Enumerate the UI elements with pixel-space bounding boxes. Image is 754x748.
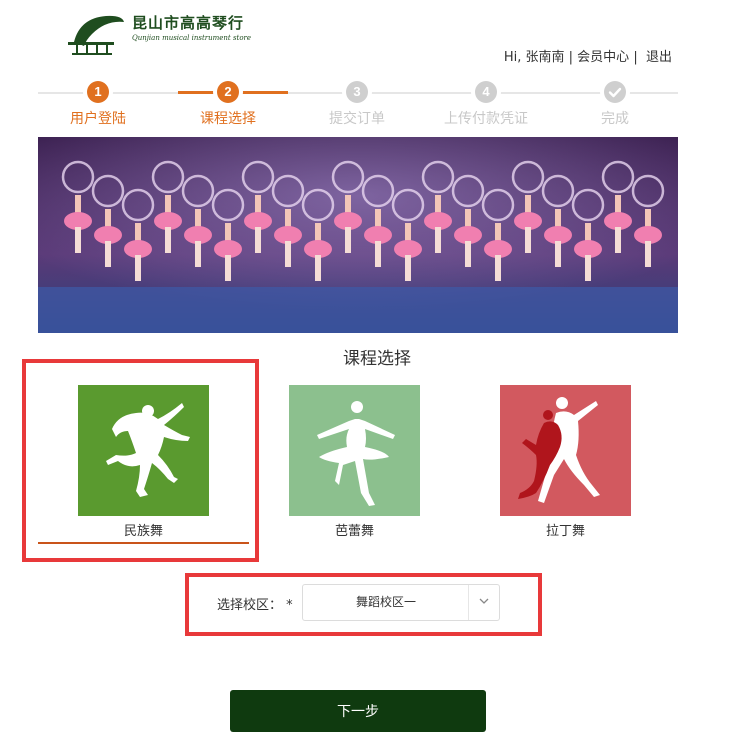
logout-link[interactable]: 退出 [646, 50, 672, 65]
logo-subtitle: Qunjian musical instrument store [132, 34, 252, 42]
check-icon [604, 81, 626, 103]
step-number: 2 [217, 81, 239, 103]
course-option-latin-dance[interactable]: 拉丁舞 [500, 385, 631, 539]
step-label: 提交订单 [329, 111, 385, 127]
campus-label: 选择校区： * [217, 594, 293, 613]
step-label: 课程选择 [200, 111, 256, 127]
step-progress: 1 用户登陆 2 课程选择 3 提交订单 4 上传付款凭证 完成 [38, 80, 678, 128]
course-name: 芭蕾舞 [334, 524, 374, 539]
highlight-box-course [22, 359, 259, 562]
step-course-selection: 2 课程选择 [168, 80, 288, 128]
step-submit-order: 3 提交订单 [297, 80, 417, 128]
separator: | [568, 50, 574, 65]
course-option-ballet[interactable]: 芭蕾舞 [289, 385, 420, 539]
piano-logo-icon [68, 15, 124, 55]
store-logo[interactable]: 昆山市高高琴行 Qunjian musical instrument store [66, 12, 251, 56]
step-number: 1 [87, 81, 109, 103]
campus-selected-value: 舞蹈校区一 [355, 595, 416, 609]
user-greeting: Hi, 张南南 [503, 50, 565, 65]
step-label: 用户登陆 [70, 111, 126, 127]
member-center-link[interactable]: 会员中心 [577, 50, 629, 65]
step-login: 1 用户登陆 [38, 80, 158, 128]
separator: | [633, 50, 638, 65]
required-mark: * [286, 598, 293, 613]
step-label: 完成 [601, 111, 629, 127]
campus-label-text: 选择校区： [217, 598, 283, 613]
step-number: 4 [475, 81, 497, 103]
chevron-down-icon[interactable] [468, 585, 499, 620]
ballerina-icon [289, 385, 420, 516]
logo-title: 昆山市高高琴行 [132, 14, 245, 32]
step-number: 3 [346, 81, 368, 103]
next-step-button[interactable]: 下一步 [230, 690, 486, 732]
campus-select[interactable]: 舞蹈校区一 [302, 584, 500, 621]
user-bar: Hi, 张南南 | 会员中心 | 退出 [504, 46, 672, 65]
latin-dancers-icon [500, 385, 631, 516]
course-name: 拉丁舞 [545, 524, 585, 539]
step-label: 上传付款凭证 [444, 111, 528, 127]
banner-image [38, 137, 678, 333]
step-complete: 完成 [555, 80, 675, 128]
step-upload-payment: 4 上传付款凭证 [426, 80, 546, 128]
